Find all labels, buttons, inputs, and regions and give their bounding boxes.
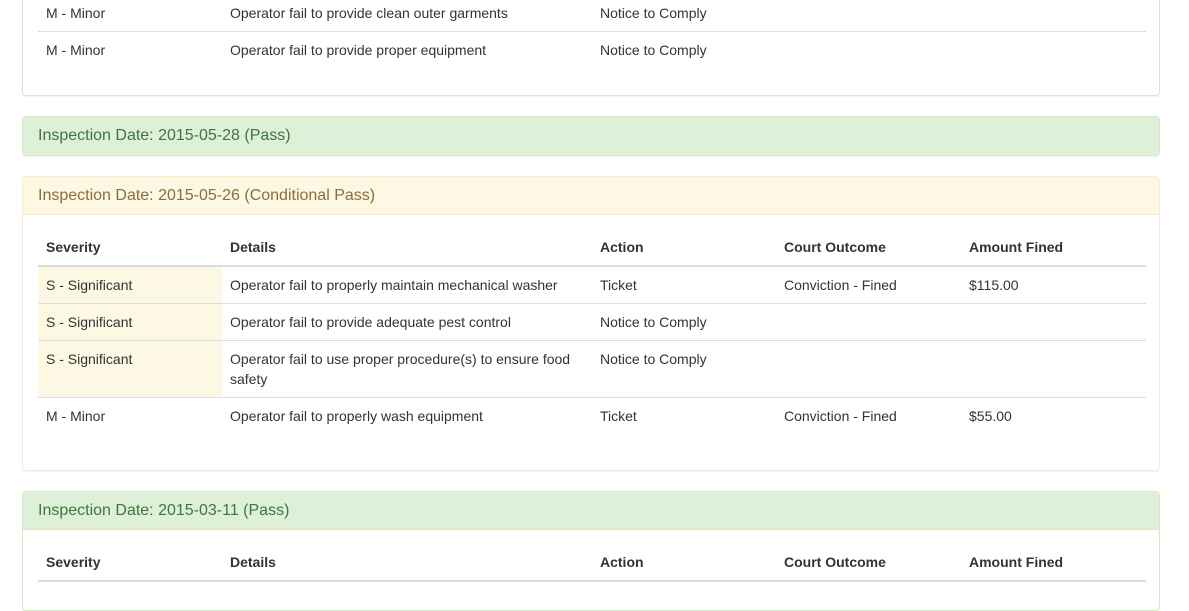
inspection-heading[interactable]: Inspection Date: 2015-03-11 (Pass): [23, 492, 1159, 530]
amount-fined-cell: [961, 340, 1146, 398]
violations-table: M - Minor Operator fail to provide clean…: [38, 0, 1146, 68]
action-cell: Notice to Comply: [592, 303, 776, 341]
inspection-panel-2015-05-28[interactable]: Inspection Date: 2015-05-28 (Pass): [22, 116, 1160, 156]
court-outcome-cell: Conviction - Fined: [776, 397, 961, 434]
table-row: S - Significant Operator fail to properl…: [38, 266, 1146, 304]
column-header-court-outcome: Court Outcome: [776, 544, 961, 582]
column-header-severity: Severity: [38, 544, 222, 582]
court-outcome-cell: [776, 31, 961, 68]
action-cell: Ticket: [592, 397, 776, 434]
action-cell: Notice to Comply: [600, 5, 707, 21]
violations-table: Severity Details Action Court Outcome Am…: [38, 544, 1146, 582]
action-cell: Notice to Comply: [592, 340, 776, 398]
amount-fined-cell: [961, 0, 1146, 32]
severity-cell: S - Significant: [38, 340, 222, 398]
table-row: M - Minor Operator fail to provide prope…: [38, 31, 1146, 68]
column-header-action: Action: [592, 229, 776, 267]
inspection-heading[interactable]: Inspection Date: 2015-05-28 (Pass): [23, 117, 1159, 155]
court-outcome-cell: [776, 0, 961, 32]
details-cell: Operator fail to properly wash equipment: [222, 397, 592, 434]
column-header-action: Action: [592, 544, 776, 582]
severity-cell: M - Minor: [46, 5, 106, 21]
details-cell: Operator fail to provide proper equipmen…: [222, 31, 592, 68]
inspection-heading[interactable]: Inspection Date: 2015-05-26 (Conditional…: [23, 177, 1159, 215]
severity-cell: M - Minor: [38, 31, 222, 68]
column-header-details: Details: [222, 544, 592, 582]
action-cell: Ticket: [600, 277, 637, 293]
amount-fined-cell: [961, 303, 1146, 341]
table-row: S - Significant Operator fail to use pro…: [38, 340, 1146, 398]
table-row: S - Significant Operator fail to provide…: [38, 303, 1146, 341]
column-header-court-outcome: Court Outcome: [776, 229, 961, 267]
court-outcome-cell: Conviction - Fined: [784, 277, 897, 293]
column-header-details: Details: [222, 229, 592, 267]
table-row: M - Minor Operator fail to properly wash…: [38, 397, 1146, 434]
amount-fined-cell: [961, 31, 1146, 68]
court-outcome-cell: [776, 340, 961, 398]
violations-table: Severity Details Action Court Outcome Am…: [38, 229, 1146, 434]
details-cell: Operator fail to provide clean outer gar…: [230, 5, 508, 21]
inspection-panel-2015-05-26: Inspection Date: 2015-05-26 (Conditional…: [22, 176, 1160, 471]
details-cell: Operator fail to provide adequate pest c…: [222, 303, 592, 341]
inspection-panel-2015-03-11: Inspection Date: 2015-03-11 (Pass) Sever…: [22, 491, 1160, 611]
table-header-row: Severity Details Action Court Outcome Am…: [38, 229, 1146, 267]
inspection-panel-previous: M - Minor Operator fail to provide clean…: [22, 0, 1160, 96]
table-header-row: Severity Details Action Court Outcome Am…: [38, 544, 1146, 582]
table-row: M - Minor Operator fail to provide clean…: [38, 0, 1146, 32]
court-outcome-cell: [776, 303, 961, 341]
column-header-amount-fined: Amount Fined: [961, 229, 1146, 267]
details-cell: Operator fail to use proper procedure(s)…: [222, 340, 592, 398]
column-header-amount-fined: Amount Fined: [961, 544, 1146, 582]
details-cell: Operator fail to properly maintain mecha…: [230, 277, 558, 293]
column-header-severity: Severity: [38, 229, 222, 267]
action-cell: Notice to Comply: [592, 31, 776, 68]
amount-fined-cell: $55.00: [961, 397, 1146, 434]
severity-cell: M - Minor: [38, 397, 222, 434]
severity-cell: S - Significant: [38, 303, 222, 341]
severity-cell: S - Significant: [38, 266, 222, 304]
amount-fined-cell: $115.00: [969, 277, 1019, 293]
